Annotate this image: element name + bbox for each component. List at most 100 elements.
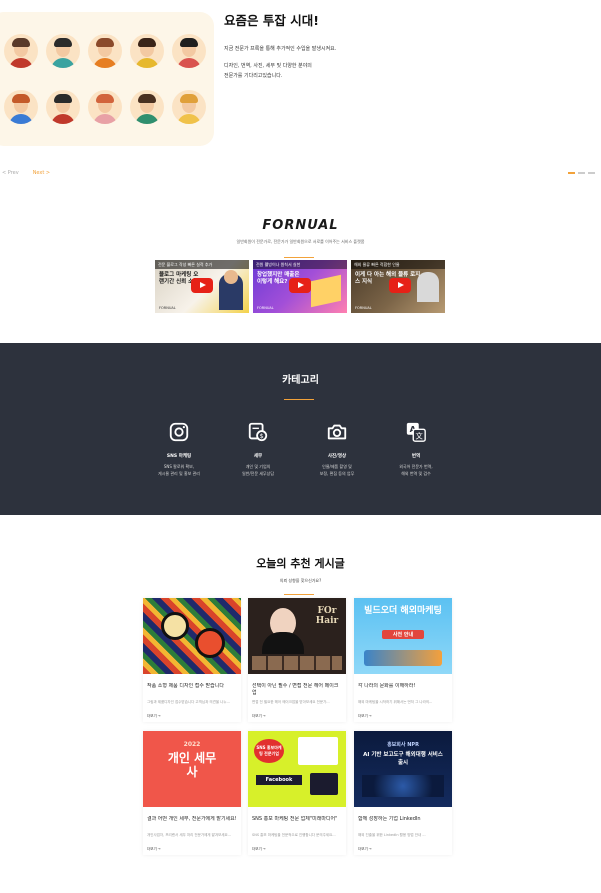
thumb-heading: SNS 홍보마케팅 전문기업 bbox=[254, 739, 284, 763]
post-card[interactable]: 작품 소형 제품 디자인 접수 받습니다 그림과 제품디자인 접수받습니다 고객… bbox=[143, 598, 241, 722]
avatar bbox=[46, 90, 80, 124]
thumb-panel bbox=[298, 737, 338, 765]
avatar bbox=[130, 34, 164, 68]
post-card[interactable]: FOr Hair 선택이 아닌 필수 / 면접 전문 헤어 메이크업 면접 전 … bbox=[248, 598, 346, 722]
hero-desc-line: 지금 전문가 프록을 통해 추가적인 수입을 발생시켜요. bbox=[224, 46, 337, 52]
avatar bbox=[46, 34, 80, 68]
post-thumbnail: FOr Hair bbox=[248, 598, 346, 674]
post-thumbnail: SNS 홍보마케팅 전문기업 Facebook bbox=[248, 731, 346, 807]
brand-logo: FORNUAL bbox=[262, 218, 339, 233]
post-title: 작품 소형 제품 디자인 접수 받습니다 bbox=[147, 683, 224, 689]
post-thumbnail: 빌드오더 해외마케팅 사전 안내 bbox=[354, 598, 452, 674]
prev-button[interactable]: < Prev bbox=[2, 170, 19, 176]
instagram-icon bbox=[169, 422, 189, 442]
post-thumbnail bbox=[143, 598, 241, 674]
slider-dot[interactable] bbox=[568, 172, 575, 174]
camera-icon bbox=[327, 424, 347, 440]
ship-illustration bbox=[364, 650, 442, 666]
post-card[interactable]: 2022 개인 세무사 결과 어떤 개인 세무, 전문가에게 맡기세요! 개인사… bbox=[143, 731, 241, 855]
post-card[interactable]: 빌드오더 해외마케팅 사전 안내 각 나라의 문화를 이해하라! 해외 마케팅을… bbox=[354, 598, 452, 722]
building-illustration bbox=[311, 274, 341, 308]
post-thumbnail: 홍보회사 NPR AI 기반 보고도구 해외대행 서비스 출시 bbox=[354, 731, 452, 807]
avatar bbox=[172, 34, 206, 68]
category-desc: SNS 팔로워 확보, 게시물 관리 및 홍보 관리 bbox=[158, 464, 200, 476]
category-desc: 개인 및 기업의 일반/전문 세무상담 bbox=[241, 464, 275, 476]
more-link[interactable]: 더보기 → bbox=[147, 847, 161, 852]
translate-icon: A 文 bbox=[406, 422, 426, 442]
post-desc: 해외 진출을 위한 LinkedIn 활용 방법 안내 ... bbox=[358, 833, 426, 837]
hero-desc-line: 디자인, 번역, 사진, 세무 및 다양한 분야의 bbox=[224, 63, 312, 69]
play-button[interactable] bbox=[191, 278, 213, 293]
category-name: 사진/영상 bbox=[327, 454, 347, 459]
category-name: SNS 마케팅 bbox=[166, 454, 192, 459]
hero-description: 지금 전문가 프록을 통해 추가적인 수입을 발생시켜요. 디자인, 번역, 사… bbox=[224, 44, 424, 81]
more-link[interactable]: 더보기 → bbox=[147, 714, 161, 719]
avatar bbox=[4, 90, 38, 124]
thumb-heading: 개인 세무사 bbox=[167, 751, 217, 779]
play-button[interactable] bbox=[289, 278, 311, 293]
avatar bbox=[88, 90, 122, 124]
post-title: 선택이 아닌 필수 / 면접 전문 헤어 메이크업 bbox=[252, 683, 339, 696]
thumb-heading: 빌드오더 해외마케팅 bbox=[364, 606, 442, 616]
more-link[interactable]: 더보기 → bbox=[358, 847, 372, 852]
slider-dots bbox=[568, 172, 595, 174]
video-title: 전문 블로그 작성 빠른 실적 추가 bbox=[158, 262, 213, 267]
video-title: 해외 물류 빠른 적합한 인물 bbox=[354, 262, 400, 267]
avatar bbox=[130, 90, 164, 124]
avatar bbox=[172, 90, 206, 124]
more-link[interactable]: 더보기 → bbox=[252, 847, 266, 852]
category-item-sns[interactable]: SNS 마케팅 SNS 팔로워 확보, 게시물 관리 및 홍보 관리 bbox=[139, 421, 219, 477]
category-item-photo[interactable]: 사진/영상 인물/제품 촬영 및 보정, 편집 등의 업무 bbox=[297, 421, 377, 477]
video-card[interactable]: 해외 물류 빠른 적합한 인물 이게 다 아는 해외 물류 로지스 지식 FOR… bbox=[351, 260, 445, 313]
video-footer: FORNUAL bbox=[355, 306, 372, 310]
play-button[interactable] bbox=[389, 278, 411, 293]
divider bbox=[284, 399, 314, 400]
person-head bbox=[224, 270, 238, 284]
hero-section: 요즘은 투잡 시대! 지금 전문가 프록을 통해 추가적인 수입을 발생시켜요.… bbox=[0, 0, 601, 190]
category-item-tax[interactable]: $ 세무 개인 및 기업의 일반/전문 세무상담 bbox=[218, 421, 298, 477]
brand-subtitle: 일반회원이 전문가로, 전문가가 일반회원으로 서로를 이어주는 서비스 플랫폼 bbox=[236, 239, 365, 244]
slider-pager: < Prev Next > bbox=[2, 170, 50, 176]
post-card[interactable]: SNS 홍보마케팅 전문기업 Facebook SNS 홍보 마케팅 전문 업체… bbox=[248, 731, 346, 855]
slider-dot[interactable] bbox=[578, 172, 585, 174]
thumb-badge: 사전 안내 bbox=[382, 630, 424, 639]
hero-title: 요즘은 투잡 시대! bbox=[224, 13, 319, 28]
slider-dot[interactable] bbox=[588, 172, 595, 174]
post-title: SNS 홍보 마케팅 전문 업체"미래마디어" bbox=[252, 816, 338, 822]
portrait-body bbox=[262, 632, 304, 654]
video-card[interactable]: 전원 웰빙이나 원칙서 실천 창업했지만 매출은 이렇게 해요? FORNUAL bbox=[253, 260, 347, 313]
category-title: 카테고리 bbox=[282, 375, 319, 386]
globe-illustration bbox=[362, 775, 444, 797]
avatar-illustration bbox=[0, 12, 214, 146]
thumb-sub: Facebook bbox=[256, 775, 302, 785]
thumb-panel bbox=[310, 773, 338, 795]
post-desc: 개인사업자, 프리랜서 세무 처리 전문가에게 맡겨보세요... bbox=[147, 833, 232, 837]
post-title: 각 나라의 문화를 이해하라! bbox=[358, 683, 416, 689]
divider bbox=[284, 257, 314, 258]
illustration-face bbox=[161, 612, 189, 640]
category-section: 카테고리 SNS 마케팅 SNS 팔로워 확보, 게시물 관리 및 홍보 관리 $… bbox=[0, 343, 601, 515]
post-desc: SNS 홍보 마케팅을 전문적으로 진행합니다 문의주세요... bbox=[252, 833, 336, 837]
post-desc: 면접 전 필요한 헤어 메이크업을 받아보세요 전문가... bbox=[252, 700, 330, 704]
more-link[interactable]: 더보기 → bbox=[252, 714, 266, 719]
more-link[interactable]: 더보기 → bbox=[358, 714, 372, 719]
tax-document-icon: $ bbox=[248, 422, 268, 442]
category-desc: 인물/제품 촬영 및 보정, 편집 등의 업무 bbox=[319, 464, 355, 476]
next-button[interactable]: Next > bbox=[33, 170, 50, 176]
recommend-title: 오늘의 추천 게시글 bbox=[256, 557, 345, 570]
person-figure bbox=[417, 272, 439, 302]
brand-section: FORNUAL 일반회원이 전문가로, 전문가가 일반회원으로 서로를 이어주는… bbox=[0, 190, 601, 343]
recommend-subtitle: 의뢰 성향을 찾으신가요? bbox=[279, 578, 322, 583]
category-name: 세무 bbox=[253, 454, 263, 459]
hero-desc-line: 전문가를 기다리고있습니다. bbox=[224, 73, 283, 79]
illustration-face bbox=[195, 628, 225, 658]
thumb-top: 홍보회사 NPR bbox=[387, 742, 419, 748]
category-desc: 외국어 전문가 번역, 해외 번역 및 검수 bbox=[399, 464, 433, 476]
divider bbox=[284, 594, 314, 595]
post-title: 결과 어떤 개인 세무, 전문가에게 맡기세요! bbox=[147, 816, 237, 822]
post-title: 함께 성장하는 기업 LinkedIn bbox=[358, 816, 421, 822]
svg-text:$: $ bbox=[260, 432, 264, 440]
video-card[interactable]: 전문 블로그 작성 빠른 실적 추가 블로그 마케팅 오랜기간 신뢰 소통 FO… bbox=[155, 260, 249, 313]
post-card[interactable]: 홍보회사 NPR AI 기반 보고도구 해외대행 서비스 출시 함께 성장하는 … bbox=[354, 731, 452, 855]
category-item-translate[interactable]: A 文 번역 외국어 전문가 번역, 해외 번역 및 검수 bbox=[376, 421, 456, 477]
